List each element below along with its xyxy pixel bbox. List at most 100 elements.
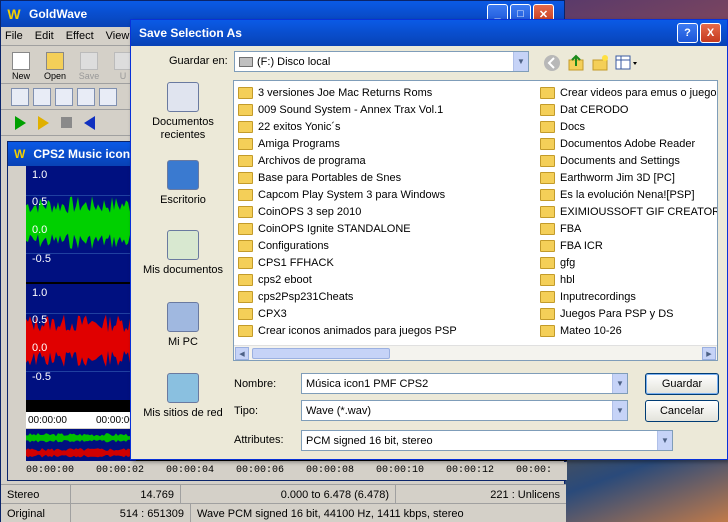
- folder-item[interactable]: FBA ICR: [540, 237, 717, 254]
- folder-item[interactable]: cps2 eboot: [238, 271, 533, 288]
- play-selection-icon[interactable]: [38, 115, 49, 130]
- place-network[interactable]: Mis sitios de red: [137, 373, 229, 420]
- timeline-tick: 00:00:06: [236, 465, 285, 476]
- folder-item[interactable]: CoinOPS Ignite STANDALONE: [238, 220, 533, 237]
- attributes-select[interactable]: PCM signed 16 bit, stereo ▼: [301, 430, 673, 451]
- horizontal-scrollbar[interactable]: ◀ ▶: [234, 345, 717, 360]
- folder-name: CoinOPS Ignite STANDALONE: [258, 222, 411, 235]
- scale-label: 0.0: [32, 342, 48, 354]
- folder-item[interactable]: cps2Psp231Cheats: [238, 288, 533, 305]
- trim-icon[interactable]: [77, 87, 95, 106]
- menu-view[interactable]: View: [106, 30, 130, 42]
- folder-item[interactable]: CPX3: [238, 305, 533, 322]
- new-file-icon: [12, 52, 30, 70]
- folder-item[interactable]: Juegos Para PSP y DS: [540, 305, 717, 322]
- folder-item[interactable]: hbl: [540, 271, 717, 288]
- select-all-icon[interactable]: [99, 87, 117, 106]
- file-column-2: Crear videos para emus o juegos d Dat CER…: [540, 84, 717, 339]
- place-my-computer[interactable]: Mi PC: [137, 302, 229, 349]
- up-folder-icon[interactable]: [567, 54, 585, 72]
- timeline-tick: 00:00:04: [166, 465, 215, 476]
- timeline-tick: 00:00:08: [306, 465, 355, 476]
- scroll-left-icon[interactable]: ◀: [235, 347, 249, 360]
- folder-name: FBA ICR: [560, 239, 603, 252]
- folder-icon: [540, 256, 555, 269]
- folder-item[interactable]: 22 exitos Yonic´s: [238, 118, 533, 135]
- lookin-combo[interactable]: (F:) Disco local ▼: [234, 51, 529, 72]
- status-format: Wave PCM signed 16 bit, 44100 Hz, 1411 k…: [197, 507, 464, 520]
- file-column-1: 3 versiones Joe Mac Returns Roms 009 Soun…: [238, 84, 533, 339]
- play-icon[interactable]: [15, 115, 26, 130]
- effects-icon[interactable]: [11, 87, 29, 106]
- stop-icon[interactable]: [61, 117, 72, 128]
- folder-item[interactable]: gfg: [540, 254, 717, 271]
- folder-item[interactable]: Docs: [540, 118, 717, 135]
- folder-item[interactable]: Documents and Settings: [540, 152, 717, 169]
- folder-name: CoinOPS 3 sep 2010: [258, 205, 362, 218]
- folder-item[interactable]: Mateo 10-26: [540, 322, 717, 339]
- folder-item[interactable]: Archivos de programa: [238, 152, 533, 169]
- attributes-label: Attributes:: [234, 434, 284, 446]
- cut-icon[interactable]: [33, 87, 51, 106]
- scroll-right-icon[interactable]: ▶: [702, 347, 716, 360]
- menu-effect[interactable]: Effect: [66, 30, 94, 42]
- drive-icon: [239, 56, 253, 67]
- folder-item[interactable]: Documentos Adobe Reader: [540, 135, 717, 152]
- save-dialog-button[interactable]: Guardar: [645, 373, 719, 395]
- left-channel[interactable]: 1.0 0.5 0.0 -0.5: [26, 166, 146, 282]
- dialog-close-button[interactable]: X: [700, 23, 721, 43]
- rewind-icon[interactable]: [84, 115, 95, 130]
- folder-name: Capcom Play System 3 para Windows: [258, 188, 446, 201]
- timeline-tick: 00:00:10: [376, 465, 425, 476]
- folder-item[interactable]: FBA: [540, 220, 717, 237]
- place-my-documents[interactable]: Mis documentos: [137, 230, 229, 277]
- new-folder-icon[interactable]: [591, 54, 609, 72]
- folder-name: CPS1 FFHACK: [258, 256, 334, 269]
- folder-item[interactable]: CoinOPS 3 sep 2010: [238, 203, 533, 220]
- status-bar-bottom: Original 514 : 651309 Wave PCM signed 16…: [1, 503, 566, 522]
- network-places-icon: [167, 373, 199, 403]
- place-desktop[interactable]: Escritorio: [137, 160, 229, 207]
- new-button[interactable]: New: [7, 52, 35, 81]
- folder-item[interactable]: Crear iconos animados para juegos PSP: [238, 322, 533, 339]
- folder-icon: [540, 290, 555, 303]
- chevron-down-icon: ▼: [657, 431, 672, 450]
- menu-file[interactable]: File: [5, 30, 23, 42]
- folder-item[interactable]: Es la evolución Nena![PSP]: [540, 186, 717, 203]
- folder-item[interactable]: Configurations: [238, 237, 533, 254]
- scrollbar-thumb[interactable]: [252, 348, 390, 359]
- right-channel[interactable]: 1.0 0.5 0.0 -0.5: [26, 284, 146, 400]
- timeline-tick: 00:00:: [516, 465, 553, 476]
- folder-item[interactable]: Inputrecordings: [540, 288, 717, 305]
- save-button[interactable]: Save: [75, 52, 103, 81]
- recent-docs-icon: [167, 82, 199, 112]
- open-button[interactable]: Open: [41, 52, 69, 81]
- folder-item[interactable]: Amiga Programs: [238, 135, 533, 152]
- folder-item[interactable]: 3 versiones Joe Mac Returns Roms: [238, 84, 533, 101]
- folder-icon: [238, 154, 253, 167]
- filename-input[interactable]: Música icon1 PMF CPS2 ▼: [301, 373, 628, 394]
- back-icon[interactable]: [543, 54, 561, 72]
- folder-item[interactable]: Dat CERODO: [540, 101, 717, 118]
- help-button[interactable]: ?: [677, 23, 698, 43]
- folder-name: gfg: [560, 256, 576, 269]
- folder-item[interactable]: Capcom Play System 3 para Windows: [238, 186, 533, 203]
- menu-edit[interactable]: Edit: [35, 30, 54, 42]
- folder-item[interactable]: Crear videos para emus o juegos d: [540, 84, 717, 101]
- timeline-tick: 00:00:00: [28, 415, 67, 426]
- folder-item[interactable]: CPS1 FFHACK: [238, 254, 533, 271]
- folder-icon: [238, 256, 253, 269]
- type-label: Tipo:: [234, 405, 259, 417]
- cancel-button[interactable]: Cancelar: [645, 400, 719, 422]
- folder-item[interactable]: 009 Sound System - Annex Trax Vol.1: [238, 101, 533, 118]
- folder-name: CPX3: [258, 307, 287, 320]
- folder-item[interactable]: Earthworm Jim 3D [PC]: [540, 169, 717, 186]
- place-recent[interactable]: Documentos recientes: [137, 82, 229, 142]
- folder-item[interactable]: EXIMIOUSSOFT GIF CREATOR 5.7: [540, 203, 717, 220]
- file-list[interactable]: 3 versiones Joe Mac Returns Roms 009 Soun…: [233, 80, 718, 361]
- folder-name: Amiga Programs: [258, 137, 340, 150]
- folder-item[interactable]: Base para Portables de Snes: [238, 169, 533, 186]
- type-select[interactable]: Wave (*.wav) ▼: [301, 400, 628, 421]
- view-menu-icon[interactable]: [615, 54, 639, 72]
- marker-icon[interactable]: [55, 87, 73, 106]
